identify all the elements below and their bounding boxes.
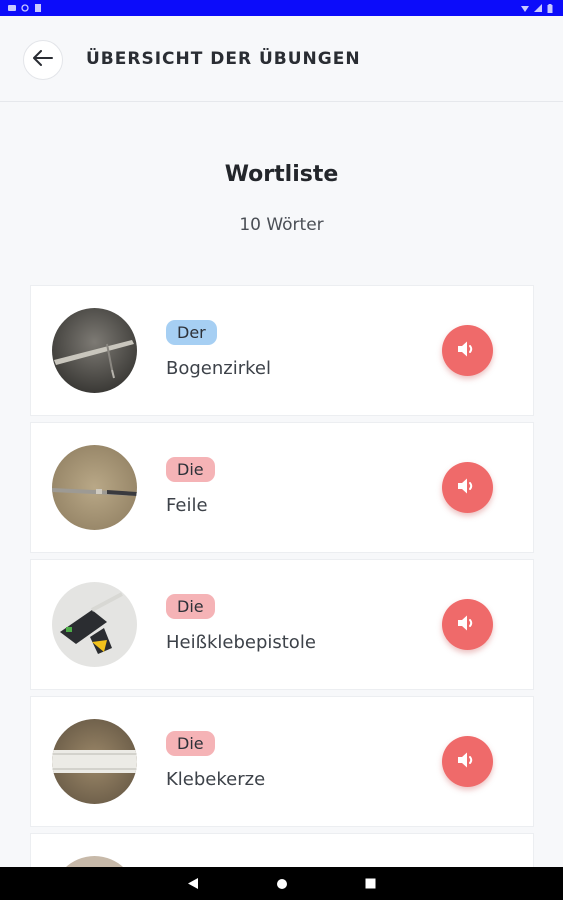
word-count: 10 Wörter (239, 215, 324, 235)
article-badge: Die (166, 457, 215, 482)
article-badge: Der (166, 320, 217, 345)
page-title: ÜBERSICHT DER ÜBUNGEN (86, 49, 361, 69)
recents-square-icon[interactable] (364, 877, 378, 891)
speaker-icon (457, 340, 479, 362)
feile-photo (52, 445, 137, 530)
arrow-left-icon (33, 50, 53, 70)
back-button[interactable] (23, 40, 63, 80)
status-bar (0, 0, 563, 16)
article-badge: Die (166, 594, 215, 619)
signal-icon (534, 4, 542, 12)
word-label: Klebekerze (166, 769, 266, 790)
speaker-icon (457, 751, 479, 773)
wifi-icon (521, 4, 529, 12)
word-list: Der Bogenzirkel Die Feile Die Heißklebep… (30, 285, 534, 879)
word-card[interactable]: Die Heißklebepistole (30, 559, 534, 690)
sync-icon (21, 4, 29, 12)
back-triangle-icon[interactable] (186, 877, 200, 891)
klebekerze-photo (52, 719, 137, 804)
play-audio-button[interactable] (442, 462, 493, 513)
speaker-icon (457, 477, 479, 499)
home-circle-icon[interactable] (275, 877, 289, 891)
speaker-icon (457, 614, 479, 636)
play-audio-button[interactable] (442, 325, 493, 376)
word-card[interactable]: Der Bogenzirkel (30, 285, 534, 416)
word-label: Bogenzirkel (166, 358, 271, 379)
word-card[interactable]: Die Feile (30, 422, 534, 553)
word-label: Feile (166, 495, 208, 516)
app-icon (8, 4, 16, 12)
clipboard-icon (34, 4, 42, 12)
bogenzirkel-photo (52, 308, 137, 393)
status-left (8, 4, 42, 12)
play-audio-button[interactable] (442, 736, 493, 787)
word-card[interactable]: Die Klebekerze (30, 696, 534, 827)
word-label: Heißklebepistole (166, 632, 316, 653)
app-header: ÜBERSICHT DER ÜBUNGEN (0, 16, 563, 102)
list-title: Wortliste (224, 162, 339, 187)
status-right (521, 4, 555, 13)
heissklebepistole-photo (52, 582, 137, 667)
article-badge: Die (166, 731, 215, 756)
play-audio-button[interactable] (442, 599, 493, 650)
system-nav-bar (0, 867, 563, 900)
battery-icon (547, 4, 555, 13)
